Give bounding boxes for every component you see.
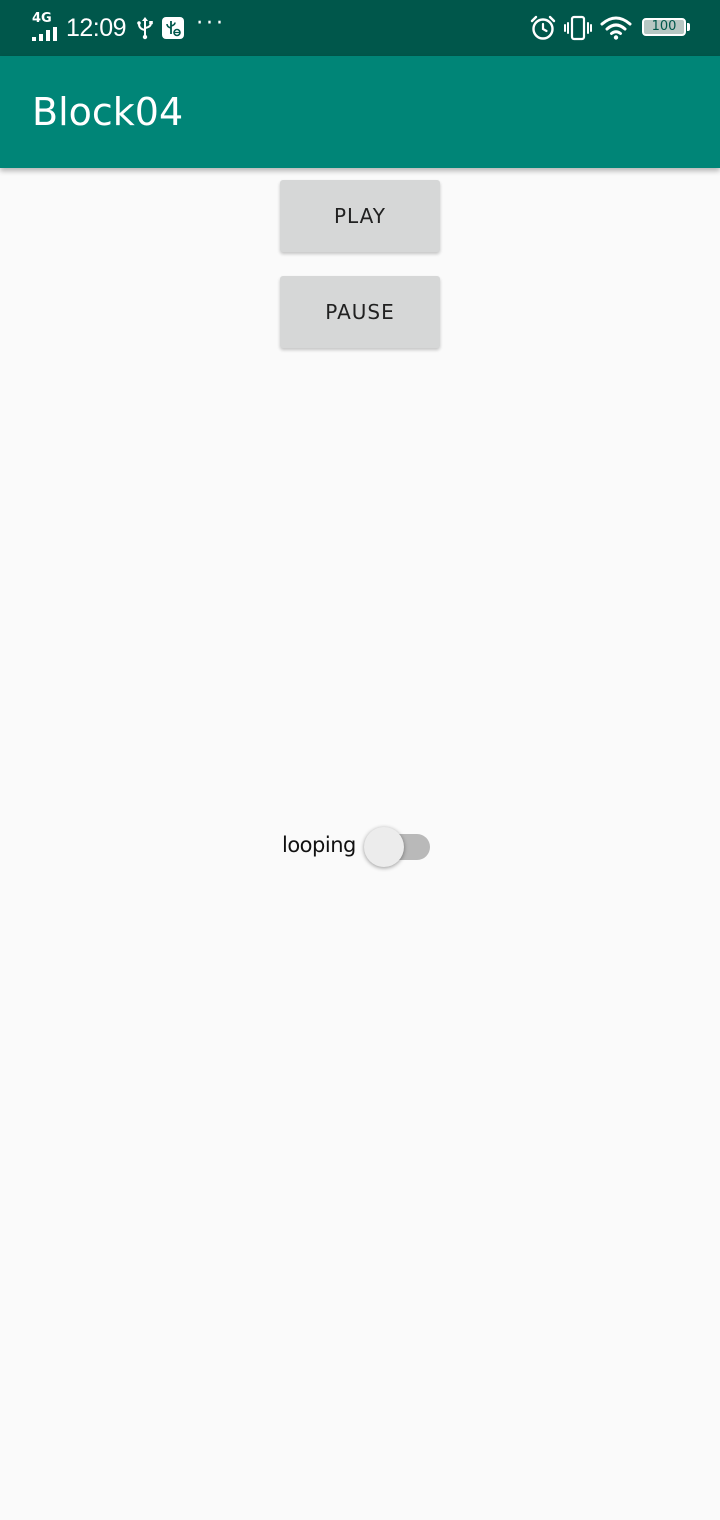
app-bar: Block04: [0, 56, 720, 168]
pause-button[interactable]: PAUSE: [280, 276, 440, 348]
status-bar: 4G 12:09 ··· 100: [0, 0, 720, 56]
usb-debugging-icon: [162, 17, 185, 39]
battery-level: 100: [651, 19, 677, 34]
app-title: Block04: [32, 90, 184, 134]
usb-icon: [137, 17, 153, 40]
looping-label: looping: [282, 833, 356, 857]
wifi-icon: [600, 16, 632, 40]
alarm-icon: [530, 15, 556, 40]
more-notifications-icon: ···: [196, 10, 227, 36]
network-type-label: 4G: [32, 11, 52, 26]
status-time: 12:09: [66, 13, 127, 42]
signal-indicator: 4G: [30, 11, 62, 43]
play-button[interactable]: PLAY: [280, 180, 440, 252]
status-bar-right: 100: [522, 0, 690, 56]
switch-thumb[interactable]: [363, 827, 404, 867]
looping-switch-row[interactable]: looping: [282, 820, 430, 870]
status-bar-left: 4G 12:09 ···: [30, 0, 226, 56]
vibrate-icon: [564, 15, 592, 41]
signal-icon: [32, 27, 57, 41]
battery-tip: [687, 23, 690, 31]
looping-switch[interactable]: [363, 823, 430, 867]
battery-icon: 100: [642, 18, 690, 38]
